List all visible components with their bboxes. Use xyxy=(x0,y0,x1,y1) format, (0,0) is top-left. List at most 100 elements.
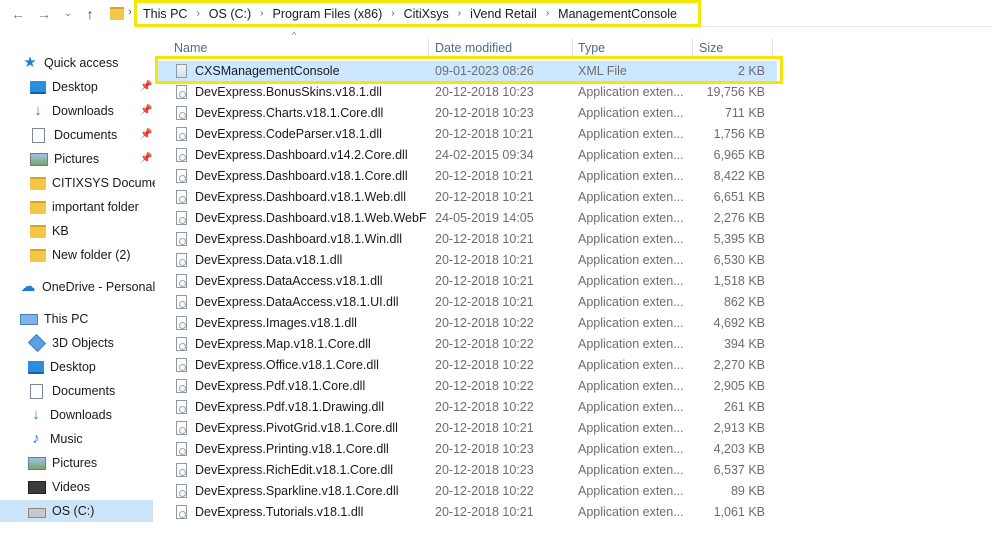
file-name: DevExpress.RichEdit.v18.1.Core.dll xyxy=(195,463,393,477)
column-header-date[interactable]: Date modified xyxy=(435,40,575,57)
pin-icon[interactable]: 📌 xyxy=(140,81,152,92)
breadcrumb-program-files[interactable]: Program Files (x86) xyxy=(273,7,383,21)
file-row[interactable]: DevExpress.Sparkline.v18.1.Core.dll 20-12… xyxy=(157,481,777,502)
file-row[interactable]: DevExpress.PivotGrid.v18.1.Core.dll 20-12… xyxy=(157,418,777,439)
file-row[interactable]: DevExpress.RichEdit.v18.1.Core.dll 20-12-… xyxy=(157,460,777,481)
pin-icon[interactable]: 📌 xyxy=(140,129,152,140)
file-row[interactable]: DevExpress.Office.v18.1.Core.dll 20-12-20… xyxy=(157,355,777,376)
arrow-up-icon[interactable]: ↑ xyxy=(80,4,100,24)
file-row[interactable]: DevExpress.Dashboard.v18.1.Win.dll 20-12-… xyxy=(157,229,777,250)
sidebar-item-label: important folder xyxy=(52,200,139,214)
chevron-right-icon[interactable]: › xyxy=(458,8,461,19)
file-row[interactable]: DevExpress.DataAccess.v18.1.UI.dll 20-12-… xyxy=(157,292,777,313)
file-row[interactable]: DevExpress.Dashboard.v18.1.Web.WebFo... 2… xyxy=(157,208,777,229)
file-row[interactable]: DevExpress.Printing.v18.1.Core.dll 20-12-… xyxy=(157,439,777,460)
file-row[interactable]: DevExpress.BonusSkins.v18.1.dll 20-12-201… xyxy=(157,82,777,103)
sidebar-item-os-c[interactable]: OS (C:) xyxy=(0,500,153,522)
chevron-right-icon[interactable]: › xyxy=(260,8,263,19)
sidebar-item-kb[interactable]: KB xyxy=(30,220,69,242)
address-breadcrumb[interactable]: This PC › OS (C:) › Program Files (x86) … xyxy=(134,0,701,27)
sidebar-item-desktop-pinned[interactable]: Desktop xyxy=(30,76,98,98)
file-name: DevExpress.CodeParser.v18.1.dll xyxy=(195,127,382,141)
sidebar-item-desktop[interactable]: Desktop xyxy=(28,356,96,378)
folder-icon xyxy=(30,200,46,214)
file-type: Application exten... xyxy=(578,358,684,372)
file-type: Application exten... xyxy=(578,169,684,183)
breadcrumb-citixsys[interactable]: CitiXsys xyxy=(404,7,449,21)
sidebar-item-quick-access[interactable]: ★ Quick access xyxy=(22,52,118,74)
column-header-name[interactable]: Name xyxy=(174,40,424,57)
file-name: DevExpress.Dashboard.v14.2.Core.dll xyxy=(195,148,408,162)
breadcrumb-os-c[interactable]: OS (C:) xyxy=(209,7,251,21)
folder-icon xyxy=(110,7,124,20)
chevron-right-icon[interactable]: › xyxy=(128,6,132,18)
arrow-right-icon[interactable]: → xyxy=(34,4,54,24)
sidebar-item-pictures[interactable]: Pictures xyxy=(28,452,97,474)
file-size: 2 KB xyxy=(737,64,765,78)
file-row[interactable]: DevExpress.Pdf.v18.1.Drawing.dll 20-12-20… xyxy=(157,397,777,418)
file-row[interactable]: DevExpress.Tutorials.v18.1.dll 20-12-2018… xyxy=(157,502,777,523)
file-list: ^ Name Date modified Type Size CXSManage… xyxy=(157,30,992,534)
file-row[interactable]: DevExpress.CodeParser.v18.1.dll 20-12-201… xyxy=(157,124,777,145)
dll-file-icon xyxy=(176,253,187,267)
file-type: Application exten... xyxy=(578,505,684,519)
dll-file-icon xyxy=(176,379,187,393)
file-type: Application exten... xyxy=(578,400,684,414)
sidebar-item-label: Desktop xyxy=(52,80,98,94)
file-date-modified: 20-12-2018 10:23 xyxy=(435,106,534,120)
file-date-modified: 09-01-2023 08:26 xyxy=(435,64,534,78)
chevron-right-icon[interactable]: › xyxy=(546,8,549,19)
sidebar-item-this-pc[interactable]: This PC xyxy=(20,308,88,330)
sidebar-item-important-folder[interactable]: important folder xyxy=(30,196,139,218)
file-row[interactable]: DevExpress.Data.v18.1.dll 20-12-2018 10:2… xyxy=(157,250,777,271)
dll-file-icon xyxy=(176,484,187,498)
file-size: 711 KB xyxy=(724,106,765,120)
sidebar-item-music[interactable]: ♪ Music xyxy=(28,428,82,450)
column-divider[interactable] xyxy=(428,38,429,58)
drive-icon xyxy=(28,507,46,518)
file-name: DevExpress.Tutorials.v18.1.dll xyxy=(195,505,364,519)
pin-icon[interactable]: 📌 xyxy=(140,105,152,116)
chevron-right-icon[interactable]: › xyxy=(391,8,394,19)
file-size: 1,061 KB xyxy=(713,505,765,519)
file-size: 261 KB xyxy=(723,400,765,414)
sidebar-item-downloads[interactable]: ↓ Downloads xyxy=(28,404,112,426)
file-date-modified: 20-12-2018 10:22 xyxy=(435,484,534,498)
sidebar-item-citixsys-document[interactable]: CITIXSYS Document xyxy=(30,172,155,194)
sort-ascending-icon[interactable]: ^ xyxy=(292,30,296,40)
sidebar-item-videos[interactable]: Videos xyxy=(28,476,90,498)
arrow-left-icon[interactable]: ← xyxy=(8,4,28,24)
sidebar-item-documents-pinned[interactable]: Documents xyxy=(30,124,117,146)
breadcrumb-management-console[interactable]: ManagementConsole xyxy=(558,7,677,21)
chevron-down-icon[interactable]: ⌄ xyxy=(58,4,78,24)
file-row[interactable]: DevExpress.DataAccess.v18.1.dll 20-12-201… xyxy=(157,271,777,292)
file-row[interactable]: DevExpress.Pdf.v18.1.Core.dll 20-12-2018 … xyxy=(157,376,777,397)
breadcrumb-this-pc[interactable]: This PC xyxy=(143,7,187,21)
column-header-size[interactable]: Size xyxy=(699,40,769,57)
file-row[interactable]: DevExpress.Dashboard.v14.2.Core.dll 24-02… xyxy=(157,145,777,166)
file-row[interactable]: CXSManagementConsole 09-01-2023 08:26 XML … xyxy=(157,61,777,82)
file-row[interactable]: DevExpress.Dashboard.v18.1.Web.dll 20-12-… xyxy=(157,187,777,208)
file-name: DevExpress.DataAccess.v18.1.dll xyxy=(195,274,383,288)
chevron-right-icon[interactable]: › xyxy=(196,8,199,19)
sidebar-item-label: Desktop xyxy=(50,360,96,374)
file-row[interactable]: DevExpress.Dashboard.v18.1.Core.dll 20-12… xyxy=(157,166,777,187)
sidebar-item-onedrive[interactable]: ☁ OneDrive - Personal xyxy=(20,276,156,298)
column-divider[interactable] xyxy=(572,38,573,58)
sidebar-item-new-folder-2[interactable]: New folder (2) xyxy=(30,244,131,266)
file-row[interactable]: DevExpress.Images.v18.1.dll 20-12-2018 10… xyxy=(157,313,777,334)
address-bar-empty[interactable] xyxy=(701,2,992,27)
breadcrumb-ivend-retail[interactable]: iVend Retail xyxy=(470,7,537,21)
file-row[interactable]: DevExpress.Charts.v18.1.Core.dll 20-12-20… xyxy=(157,103,777,124)
sidebar-item-label: Documents xyxy=(52,384,116,398)
pin-icon[interactable]: 📌 xyxy=(140,153,152,164)
sidebar-item-3d-objects[interactable]: 3D Objects xyxy=(27,332,114,354)
file-row[interactable]: DevExpress.Map.v18.1.Core.dll 20-12-2018 … xyxy=(157,334,777,355)
sidebar-item-pictures-pinned[interactable]: Pictures xyxy=(30,148,99,170)
column-divider[interactable] xyxy=(772,38,773,58)
pictures-icon xyxy=(30,152,48,166)
column-header-type[interactable]: Type xyxy=(578,40,696,57)
sidebar-item-documents[interactable]: Documents xyxy=(28,380,115,402)
sidebar-item-downloads-pinned[interactable]: ↓ Downloads xyxy=(30,100,114,122)
column-divider[interactable] xyxy=(692,38,693,58)
